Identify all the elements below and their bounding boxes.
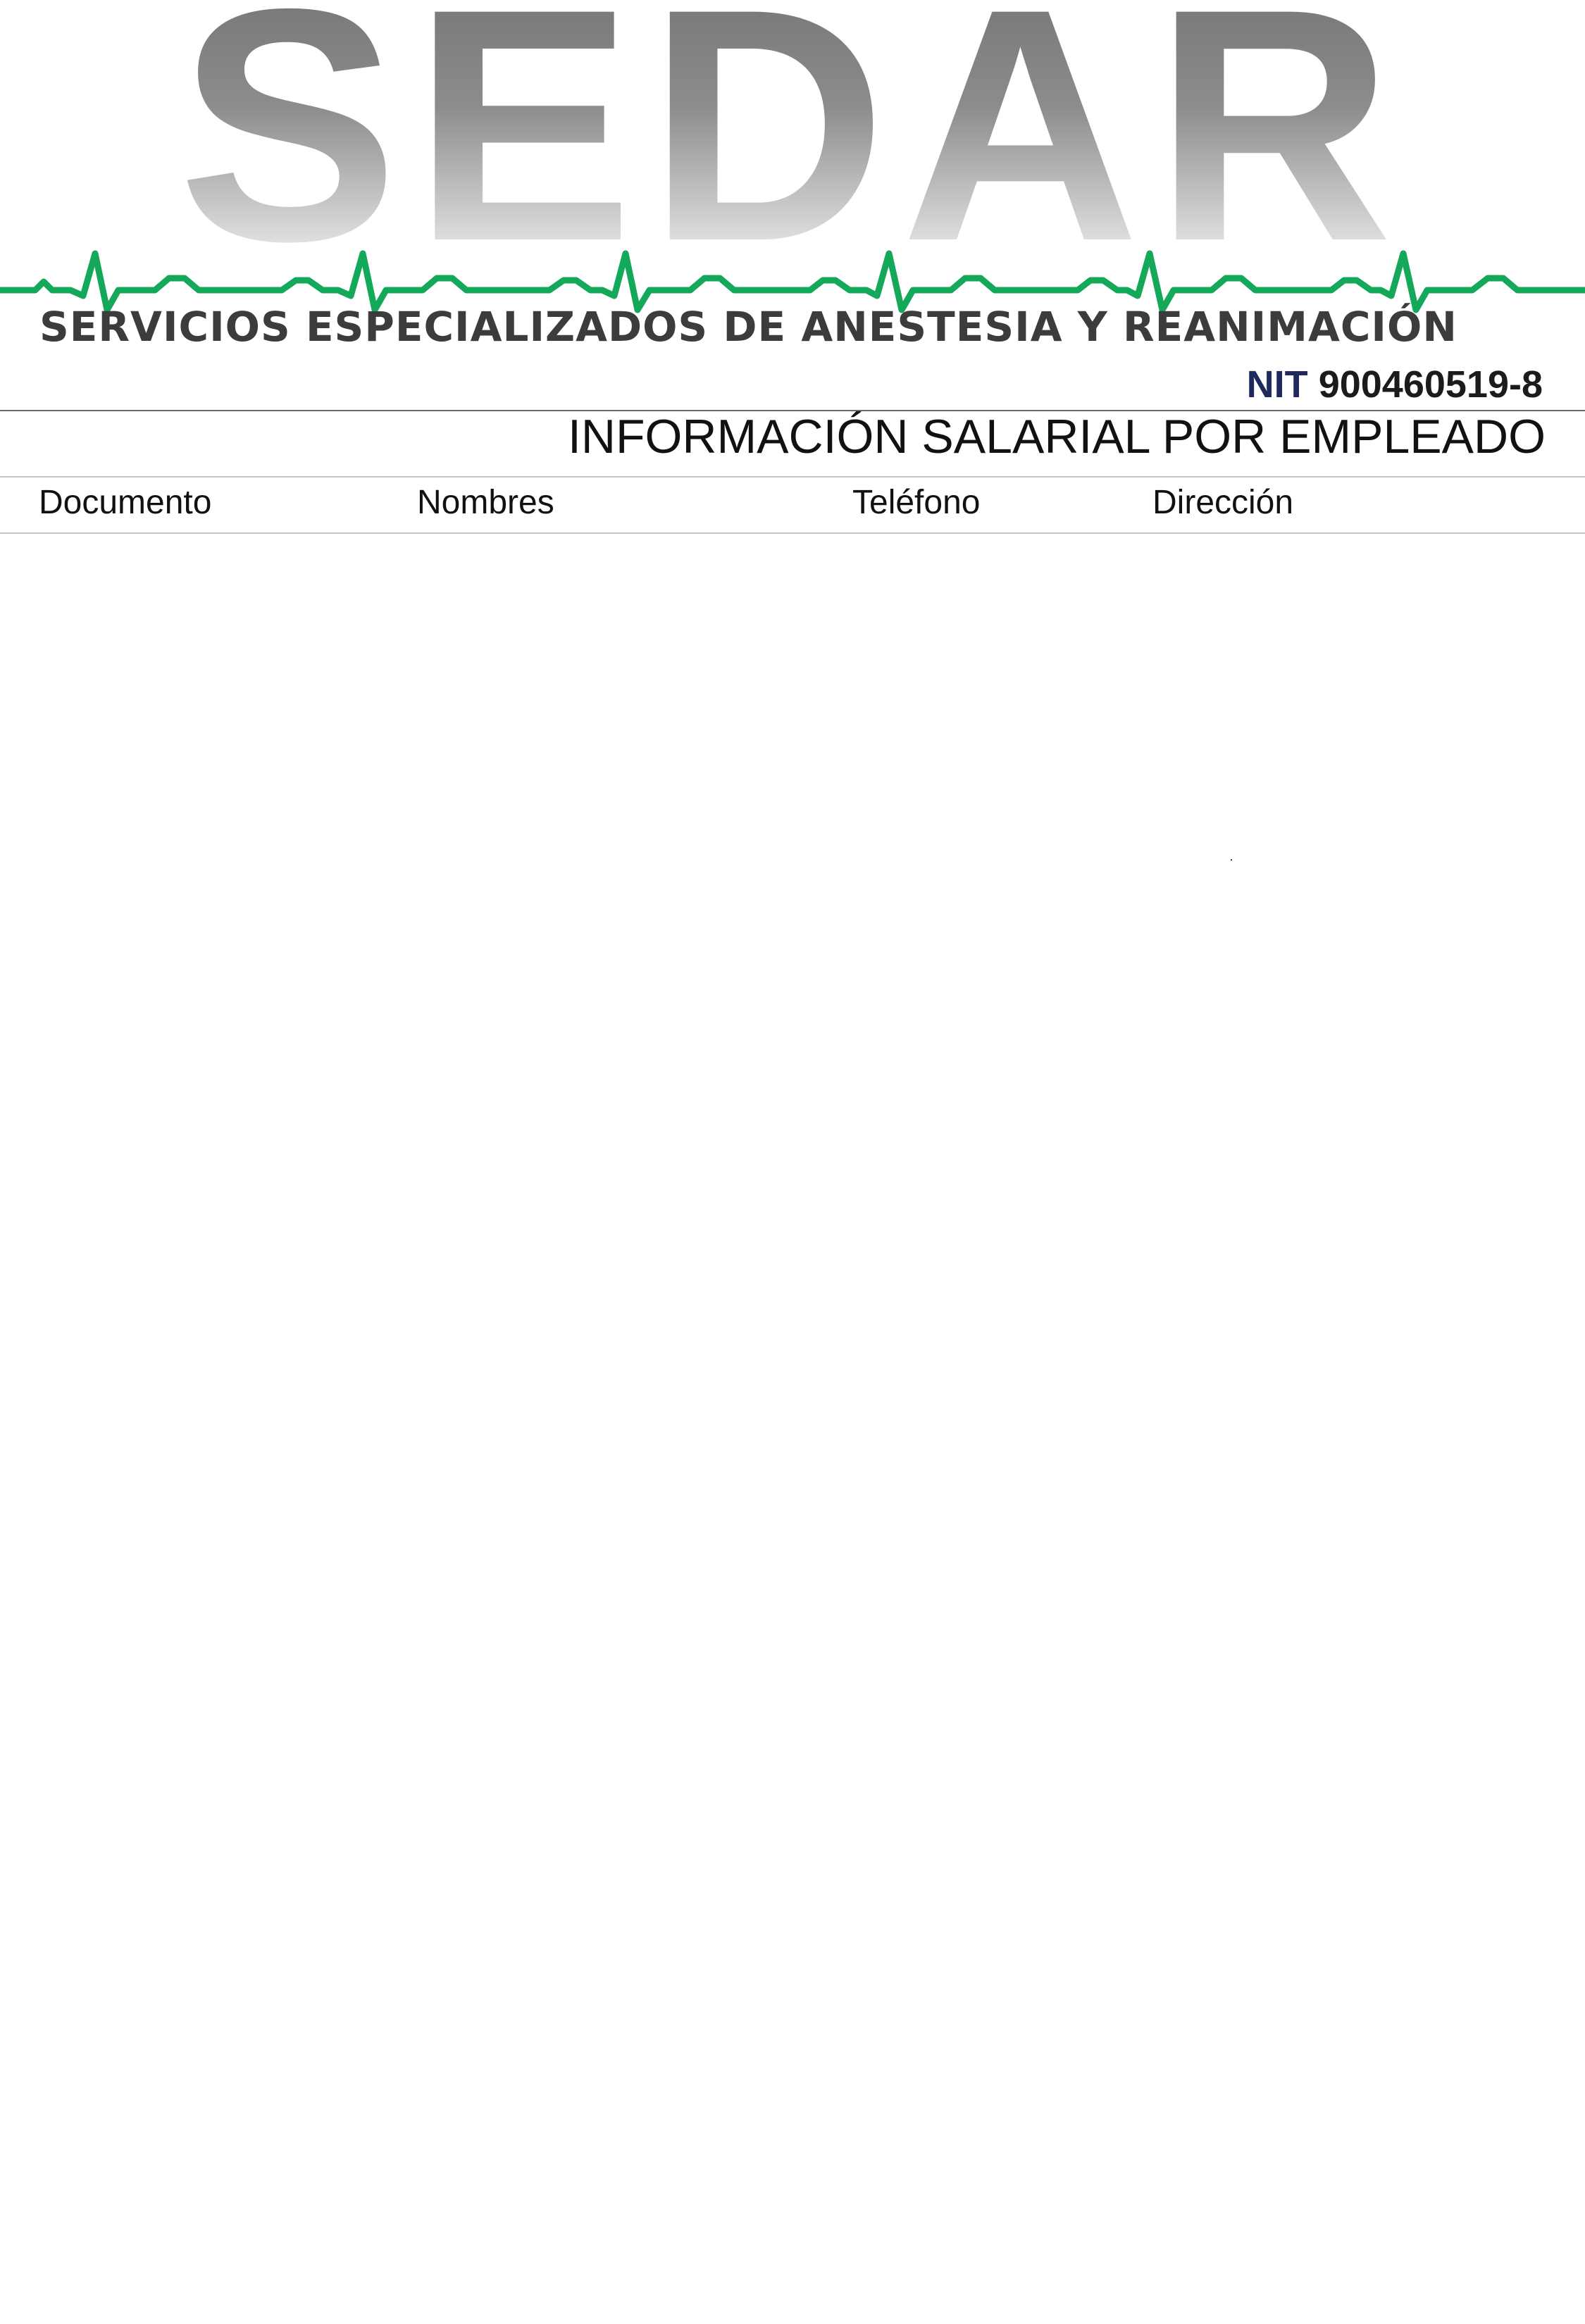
nit: NIT 900460519-8: [1247, 363, 1543, 406]
nit-label: NIT: [1246, 363, 1308, 406]
divider-header-top: [0, 476, 1585, 477]
column-header-telefono: Teléfono: [852, 484, 981, 521]
column-header-nombres: Nombres: [417, 484, 554, 521]
company-name: SERVICIOS ESPECIALIZADOS DE ANESTESIA Y …: [39, 303, 1457, 351]
stray-dot: [1231, 859, 1232, 861]
report-title: INFORMACIÓN SALARIAL POR EMPLEADO: [568, 410, 1546, 463]
column-header-documento: Documento: [39, 484, 212, 521]
divider-header-bottom: [0, 532, 1585, 534]
column-header-direccion: Dirección: [1152, 484, 1294, 521]
nit-number: 900460519-8: [1318, 363, 1543, 406]
